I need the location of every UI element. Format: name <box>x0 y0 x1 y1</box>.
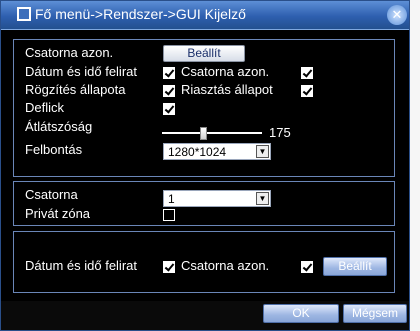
record-status-checkbox[interactable] <box>163 85 175 97</box>
channel-id-checkbox[interactable] <box>301 67 313 79</box>
resolution-select[interactable]: 1280*1024 ▼ <box>163 143 271 160</box>
channel-name-set-button[interactable]: Beállít <box>163 45 245 62</box>
window-icon <box>17 7 31 21</box>
record-status-label: Rögzítés állapota <box>25 82 126 97</box>
datetime-checkbox[interactable] <box>163 67 175 79</box>
channel-select[interactable]: 1 ▼ <box>163 190 271 207</box>
close-icon[interactable]: ✕ <box>387 5 407 25</box>
channel-label: Csatorna <box>25 187 78 202</box>
overlay-datetime-label: Dátum és idő felirat <box>25 258 137 273</box>
resolution-value: 1280*1024 <box>168 145 227 159</box>
privacy-zone-checkbox[interactable] <box>163 209 175 221</box>
overlay-channel-id-label: Csatorna azon. <box>181 258 270 273</box>
cancel-button[interactable]: Mégsem <box>343 304 407 323</box>
channel-id-label: Csatorna azon. <box>181 64 270 79</box>
dialog-title: Fő menü->Rendszer->GUI Kijelző <box>35 6 246 22</box>
gui-display-dialog: Fő menü->Rendszer->GUI Kijelző ✕ Csatorn… <box>0 0 410 331</box>
transparency-slider-track[interactable] <box>162 132 262 134</box>
channel-name-label: Csatorna azon. <box>25 45 114 60</box>
deflick-label: Deflick <box>25 100 65 115</box>
deflick-checkbox[interactable] <box>163 103 175 115</box>
transparency-label: Átlátszóság <box>25 119 93 134</box>
chevron-down-icon[interactable]: ▼ <box>256 145 269 158</box>
overlay-channel-id-checkbox[interactable] <box>301 261 313 273</box>
privacy-zone-label: Privát zóna <box>25 206 91 221</box>
resolution-label: Felbontás <box>25 142 83 157</box>
chevron-down-icon[interactable]: ▼ <box>256 192 269 205</box>
overlay-set-button[interactable]: Beállít <box>323 257 387 276</box>
alarm-status-label: Riasztás állapot <box>181 82 273 97</box>
ok-button[interactable]: OK <box>263 304 339 323</box>
channel-value: 1 <box>168 192 175 206</box>
transparency-slider-handle[interactable] <box>200 127 207 140</box>
transparency-value: 175 <box>269 125 291 140</box>
overlay-datetime-checkbox[interactable] <box>163 261 175 273</box>
datetime-label: Dátum és idő felirat <box>25 64 137 79</box>
title-bar[interactable]: Fő menü->Rendszer->GUI Kijelző ✕ <box>1 1 409 30</box>
alarm-status-checkbox[interactable] <box>301 85 313 97</box>
